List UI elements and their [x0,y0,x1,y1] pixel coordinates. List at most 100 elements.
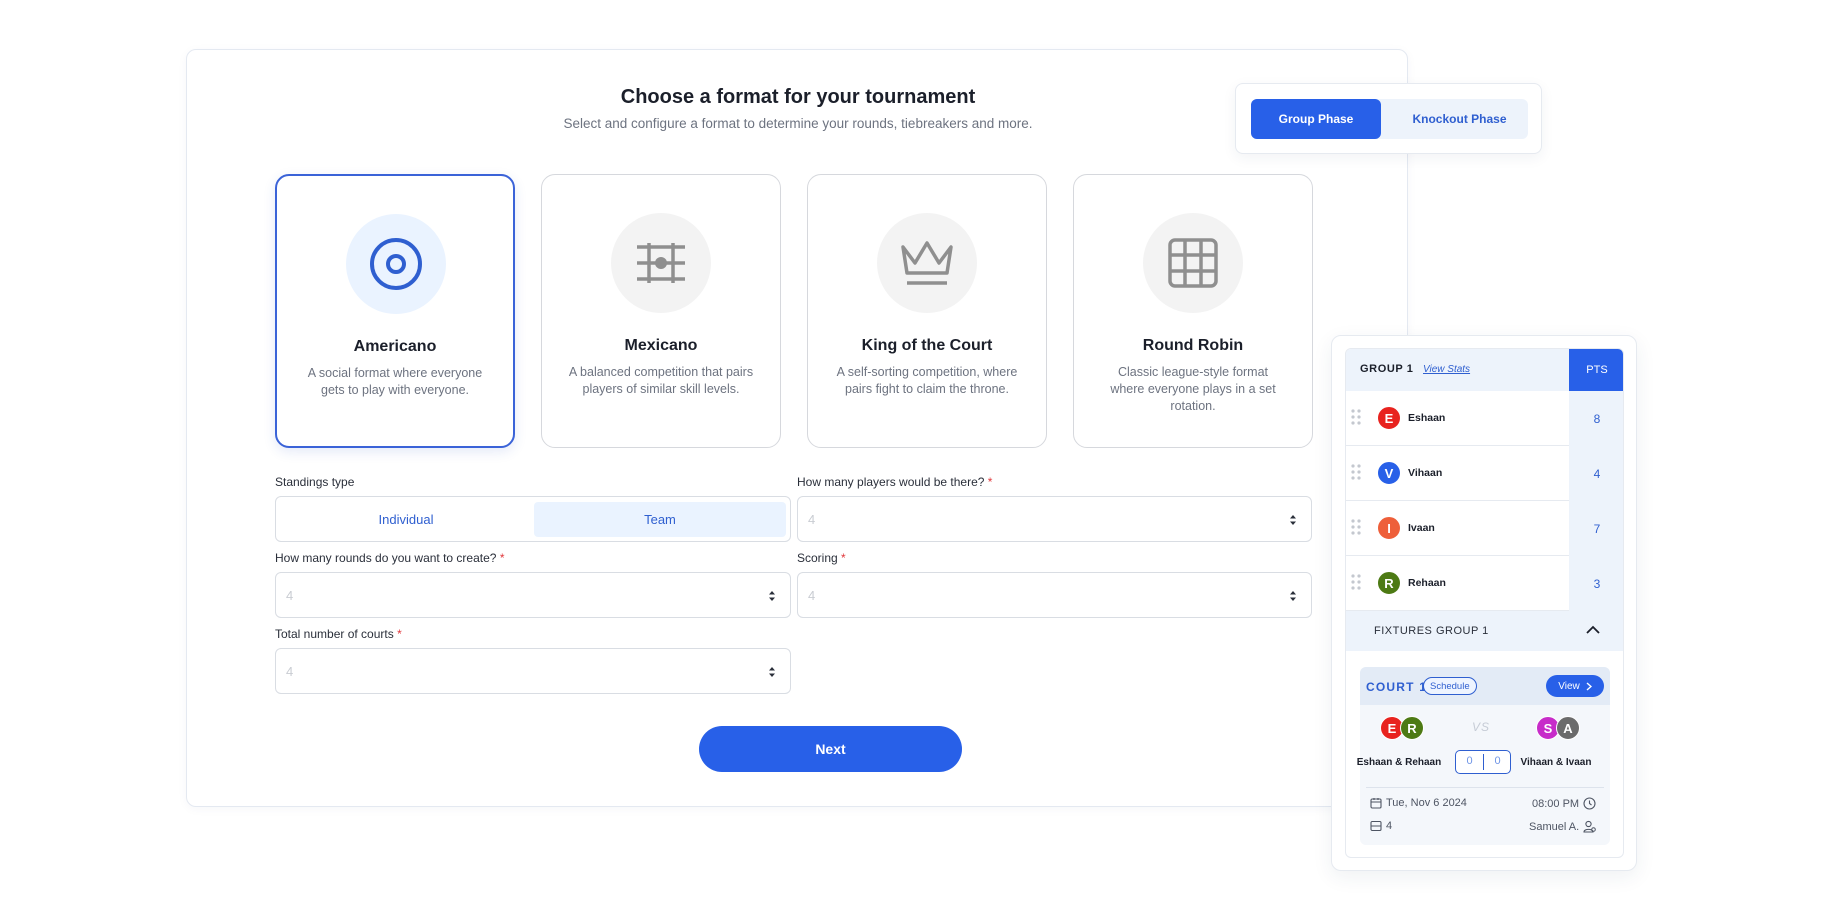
pts-column-header: PTS [1569,349,1623,391]
clock-icon [1583,797,1596,810]
grid-icon [1143,213,1243,313]
group-header: GROUP 1 View Stats PTS [1346,349,1623,391]
format-title: Mexicano [624,337,698,354]
crown-icon [877,213,977,313]
sort-arrows-icon [769,667,775,677]
format-card-mexicano[interactable]: Mexicano A balanced competition that pai… [541,174,781,448]
group-standings-table: GROUP 1 View Stats PTS E Eshaan 8 V Viha… [1345,348,1624,858]
table-row: E Eshaan 8 [1346,391,1623,446]
required-mark: * [841,551,846,565]
standings-type-toggle: Individual Team [275,496,791,542]
avatar: R [1400,716,1424,740]
format-card-king-of-the-court[interactable]: King of the Court A self-sorting competi… [807,174,1047,448]
player-pts: 7 [1569,501,1623,556]
sort-arrows-icon [769,591,775,601]
player-pts: 4 [1569,446,1623,501]
players-label-text: How many players would be there? [797,475,985,489]
drag-handle-icon[interactable] [1350,518,1362,536]
calendar-icon [1370,798,1382,809]
sort-arrows-icon [1290,591,1296,601]
page-title: Choose a format for your tournament [620,86,976,108]
fixtures-title: FIXTURES GROUP 1 [1374,625,1489,637]
chevron-right-icon [1586,681,1592,691]
format-title: Round Robin [1142,337,1244,354]
standings-type-label: Standings type [275,475,355,489]
view-button[interactable]: View [1546,675,1604,697]
tab-knockout-phase[interactable]: Knockout Phase [1391,99,1528,139]
scoring-select[interactable]: 4 [797,572,1312,618]
court-label: COURT 1 [1366,680,1428,694]
format-card-round-robin[interactable]: Round Robin Classic league-style format … [1073,174,1313,448]
player-pts: 3 [1569,556,1623,611]
fixtures-header[interactable]: FIXTURES GROUP 1 [1346,611,1623,651]
courts-select[interactable]: 4 [275,648,791,694]
rounds-select-value: 4 [286,588,294,603]
table-row: I Ivaan 7 [1346,501,1623,556]
schedule-chip[interactable]: Schedule [1423,677,1477,695]
view-button-label: View [1558,680,1580,692]
court-net-icon [611,213,711,313]
scoring-select-value: 4 [808,588,816,603]
courts-select-value: 4 [286,664,294,679]
format-title: King of the Court [861,337,993,354]
standings-option-team[interactable]: Team [534,502,786,537]
court-icon [1370,820,1382,832]
rounds-label-text: How many rounds do you want to create? [275,551,497,565]
format-selection-card: Choose a format for your tournament Sele… [186,49,1408,807]
user-icon [1583,820,1596,833]
players-select-value: 4 [808,512,816,527]
fixture-time: 08:00 PM [1532,797,1596,810]
avatar: I [1377,516,1401,540]
fixture-date-text: Tue, Nov 6 2024 [1386,797,1467,809]
drag-handle-icon[interactable] [1350,573,1362,591]
sort-arrows-icon [1290,515,1296,525]
player-name: Ivaan [1408,522,1435,534]
player-pts: 8 [1569,391,1623,446]
format-description: A balanced competition that pairs player… [568,365,754,396]
chevron-up-icon[interactable] [1586,625,1600,635]
target-icon [346,214,446,314]
standings-option-individual[interactable]: Individual [281,502,531,537]
team-a-name: Eshaan & Rehaan [1356,757,1442,768]
rounds-select[interactable]: 4 [275,572,791,618]
format-description: A self-sorting competition, where pairs … [836,365,1018,396]
page-subtitle: Select and configure a format to determi… [563,116,1033,131]
phase-switcher-panel: Group Phase Knockout Phase [1235,83,1542,154]
fixture-date: Tue, Nov 6 2024 [1370,797,1467,809]
players-label: How many players would be there? * [797,475,992,489]
next-button[interactable]: Next [699,726,962,772]
view-stats-link[interactable]: View Stats [1423,364,1470,375]
format-description: Classic league-style format where everyo… [1110,365,1276,413]
scoring-label-text: Scoring [797,551,838,565]
format-card-americano[interactable]: Americano A social format where everyone… [275,174,515,448]
fixture-referee: Samuel A. [1529,820,1596,833]
drag-handle-icon[interactable] [1350,463,1362,481]
format-title: Americano [353,338,437,355]
player-name: Eshaan [1408,412,1446,424]
required-mark: * [397,627,402,641]
required-mark: * [987,475,993,489]
scoring-label: Scoring * [797,551,846,565]
score-box: 0 0 [1455,750,1511,774]
team-b-name: Vihaan & Ivaan [1520,757,1592,768]
player-name: Vihaan [1408,467,1443,479]
avatar: A [1556,716,1580,740]
fixture-court-number-text: 4 [1386,820,1393,832]
players-select[interactable]: 4 [797,496,1312,542]
phase-toggle: Group Phase Knockout Phase [1251,99,1528,139]
fixture-referee-text: Samuel A. [1529,820,1580,833]
required-mark: * [499,551,505,565]
drag-handle-icon[interactable] [1350,408,1362,426]
avatar: E [1377,406,1401,430]
table-row: V Vihaan 4 [1346,446,1623,501]
court-bar: COURT 1 Schedule View [1360,667,1610,705]
format-description: A social format where everyone gets to p… [307,366,483,397]
player-name: Rehaan [1408,577,1446,589]
fixture-time-text: 08:00 PM [1532,797,1580,810]
divider [1366,787,1604,788]
avatar: V [1377,461,1401,485]
group-title: GROUP 1 [1360,363,1414,375]
fixture-court-number: 4 [1370,820,1392,832]
tab-group-phase[interactable]: Group Phase [1251,99,1381,139]
score-team-a: 0 [1466,755,1473,767]
